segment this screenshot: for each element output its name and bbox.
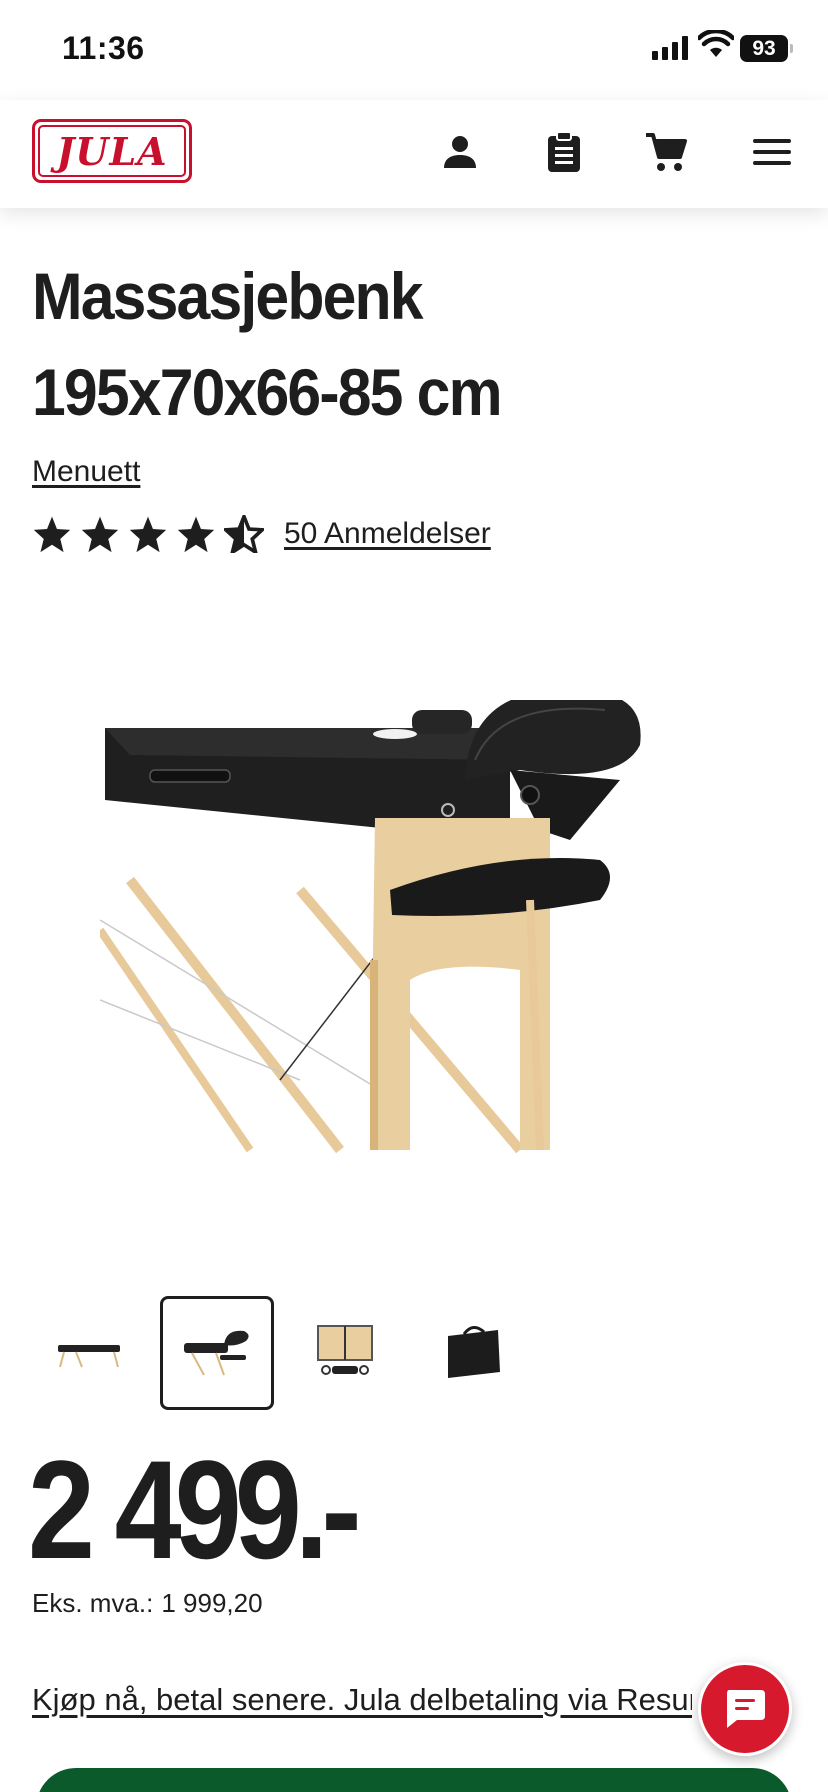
site-header: JULA bbox=[0, 100, 828, 208]
star-icon bbox=[177, 516, 215, 553]
logo-text: JULA bbox=[56, 128, 168, 174]
half-star-icon bbox=[224, 515, 264, 553]
cellular-signal-icon bbox=[652, 36, 688, 60]
price-ex-vat: Eks. mva.: 1 999,20 bbox=[32, 1588, 263, 1619]
star-icon bbox=[33, 516, 71, 553]
chat-button[interactable] bbox=[698, 1662, 792, 1756]
battery-indicator: 93 bbox=[740, 35, 788, 62]
product-image-massage-table[interactable] bbox=[100, 700, 740, 1160]
ex-vat-value: 1 999,20 bbox=[161, 1588, 263, 1618]
thumbnail-strip bbox=[32, 1296, 530, 1410]
wifi-icon bbox=[698, 30, 734, 57]
thumbnail[interactable] bbox=[32, 1296, 146, 1410]
menu-icon[interactable] bbox=[748, 128, 796, 176]
installment-payment-link[interactable]: Kjøp nå, betal senere. Jula delbetaling … bbox=[32, 1682, 692, 1718]
add-to-cart-button[interactable] bbox=[36, 1768, 792, 1792]
status-time: 11:36 bbox=[62, 30, 145, 66]
thumbnail[interactable] bbox=[416, 1296, 530, 1410]
rating-row: 50 Anmeldelser bbox=[32, 515, 491, 553]
jula-logo[interactable]: JULA bbox=[32, 119, 192, 183]
logo-frame: JULA bbox=[38, 125, 186, 177]
battery-cap bbox=[790, 44, 793, 53]
star-icon bbox=[129, 516, 167, 553]
reviews-link[interactable]: 50 Anmeldelser bbox=[284, 517, 491, 551]
clipboard-icon[interactable] bbox=[540, 128, 588, 176]
product-title: Massasjebenk 195x70x66-85 cm bbox=[32, 259, 503, 429]
star-icon bbox=[81, 516, 119, 553]
thumbnail-selected[interactable] bbox=[160, 1296, 274, 1410]
chat-bubble-icon bbox=[727, 1690, 765, 1728]
product-price: 2 499.- bbox=[28, 1431, 362, 1588]
status-bar: 11:36 93 bbox=[0, 0, 828, 100]
account-icon[interactable] bbox=[436, 128, 484, 176]
rating-stars bbox=[32, 515, 264, 553]
cart-icon[interactable] bbox=[642, 128, 690, 176]
ex-vat-label: Eks. mva.: bbox=[32, 1588, 154, 1618]
brand-link[interactable]: Menuett bbox=[32, 455, 140, 489]
thumbnail[interactable] bbox=[288, 1296, 402, 1410]
